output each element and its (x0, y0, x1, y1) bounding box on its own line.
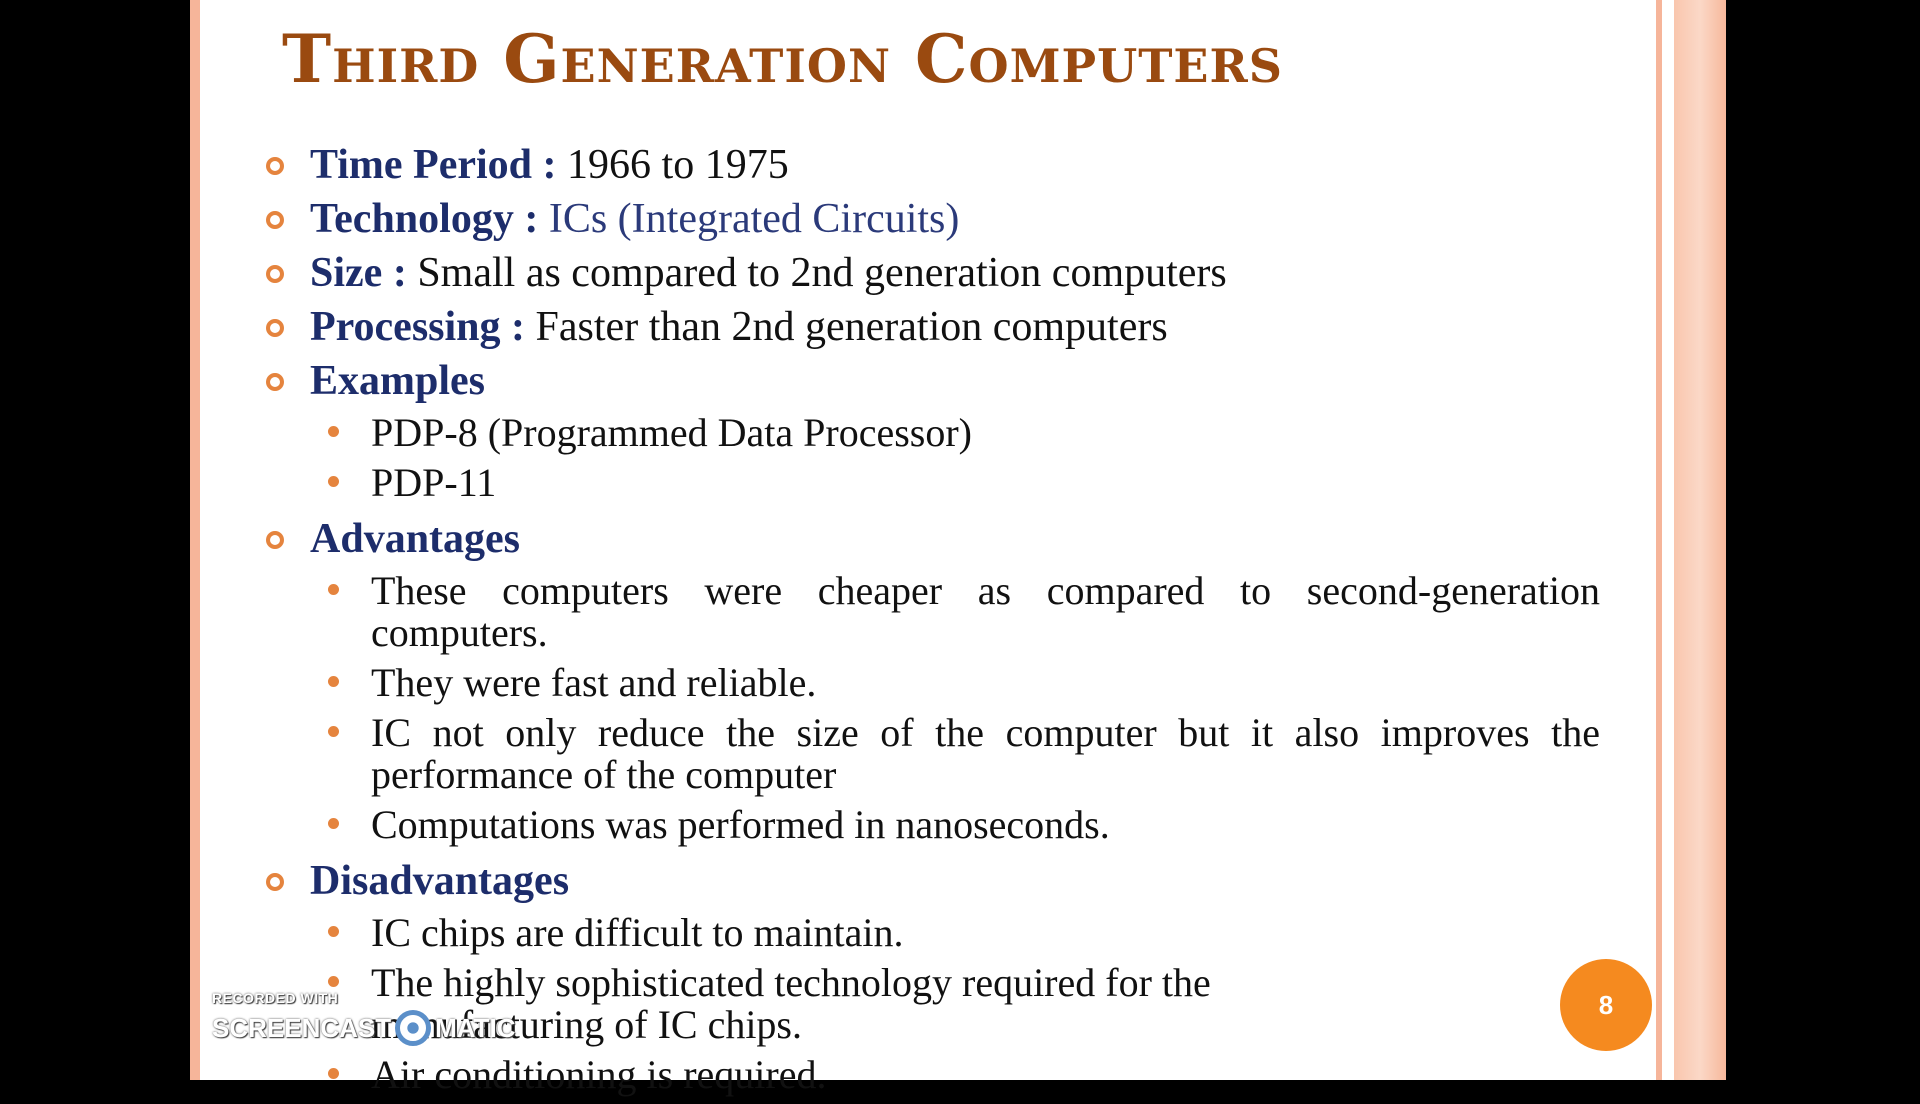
bullet-separator: : (500, 304, 536, 350)
bullet-value: ICs (Integrated Circuits) (548, 196, 960, 242)
bullet-disadvantages: Disadvantages (262, 854, 1602, 908)
bullet-technology: Technology : ICs (Integrated Circuits) (262, 192, 1602, 246)
recording-watermark: RECORDED WITH SCREENCAST MATIC (212, 990, 542, 1060)
watermark-caption: RECORDED WITH (212, 990, 339, 1006)
ring-bullet-icon (266, 373, 284, 391)
sub-bullet-text: Computations was performed in nanosecond… (371, 802, 1110, 847)
dot-bullet-icon (328, 926, 339, 937)
bullet-label: Processing (310, 304, 501, 350)
sub-bullet-text: PDP-11 (371, 460, 497, 505)
sub-bullet-disadvantage: IC chips are difficult to maintain. (262, 912, 1602, 954)
bullet-value: Faster than 2nd generation computers (535, 304, 1168, 350)
bullet-label: Technology (310, 196, 514, 242)
sub-bullet-text: IC not only reduce the size of the compu… (371, 710, 1600, 797)
bullet-value: 1966 to 1975 (567, 142, 789, 188)
sub-bullet-disadvantage: Air conditioning is required. (262, 1054, 1602, 1096)
dot-bullet-icon (328, 476, 339, 487)
dot-bullet-icon (328, 426, 339, 437)
dot-bullet-icon (328, 726, 339, 737)
dot-bullet-icon (328, 584, 339, 595)
bullet-processing: Processing : Faster than 2nd generation … (262, 300, 1602, 354)
bullet-examples: Examples (262, 354, 1602, 408)
record-logo-icon (395, 1010, 432, 1046)
slide-border-left (190, 0, 200, 1080)
ring-bullet-icon (266, 211, 284, 229)
dot-bullet-icon (328, 976, 339, 987)
sub-bullet-advantage: These computers were cheaper as compared… (262, 570, 1602, 654)
slide-title: Third Generation Computers (282, 20, 1283, 98)
sub-bullet-text: They were fast and reliable. (371, 660, 817, 705)
dot-bullet-icon (328, 676, 339, 687)
bullet-separator: : (382, 250, 418, 296)
sub-bullet-text: IC chips are difficult to maintain. (371, 910, 904, 955)
slide-border-right (1656, 0, 1662, 1080)
bullet-advantages: Advantages (262, 512, 1602, 566)
dot-bullet-icon (328, 1068, 339, 1079)
sub-bullet-advantage: IC not only reduce the size of the compu… (262, 712, 1602, 796)
bullet-size: Size : Small as compared to 2nd generati… (262, 246, 1602, 300)
sub-bullet-advantage: Computations was performed in nanosecond… (262, 804, 1602, 846)
sub-bullet-text: PDP-8 (Programmed Data Processor) (371, 410, 972, 455)
ring-bullet-icon (266, 873, 284, 891)
bullet-label: Size (310, 250, 383, 296)
watermark-brand-part1: SCREENCAST (212, 1012, 392, 1043)
watermark-brand-part2: MATIC (435, 1012, 516, 1043)
bullet-separator: : (513, 196, 549, 242)
bullet-label: Disadvantages (310, 858, 570, 904)
sub-bullet-example: PDP-8 (Programmed Data Processor) (262, 412, 1602, 454)
sub-bullet-text: These computers were cheaper as compared… (371, 568, 1600, 655)
sub-bullet-example: PDP-11 (262, 462, 1602, 504)
bullet-label: Advantages (310, 516, 521, 562)
bullet-value: Small as compared to 2nd generation comp… (417, 250, 1227, 296)
bullet-label: Time Period (310, 142, 533, 188)
slide-content: Time Period : 1966 to 1975 Technology : … (262, 138, 1602, 1104)
watermark-brand: SCREENCAST MATIC (212, 1010, 542, 1046)
bullet-label: Examples (310, 358, 486, 404)
bullet-time-period: Time Period : 1966 to 1975 (262, 138, 1602, 192)
ring-bullet-icon (266, 157, 284, 175)
ring-bullet-icon (266, 265, 284, 283)
page-number-badge: 8 (1560, 959, 1652, 1051)
dot-bullet-icon (328, 818, 339, 829)
slide-side-band (1674, 0, 1726, 1080)
bullet-separator: : (532, 142, 568, 188)
ring-bullet-icon (266, 319, 284, 337)
ring-bullet-icon (266, 531, 284, 549)
sub-bullet-advantage: They were fast and reliable. (262, 662, 1602, 704)
